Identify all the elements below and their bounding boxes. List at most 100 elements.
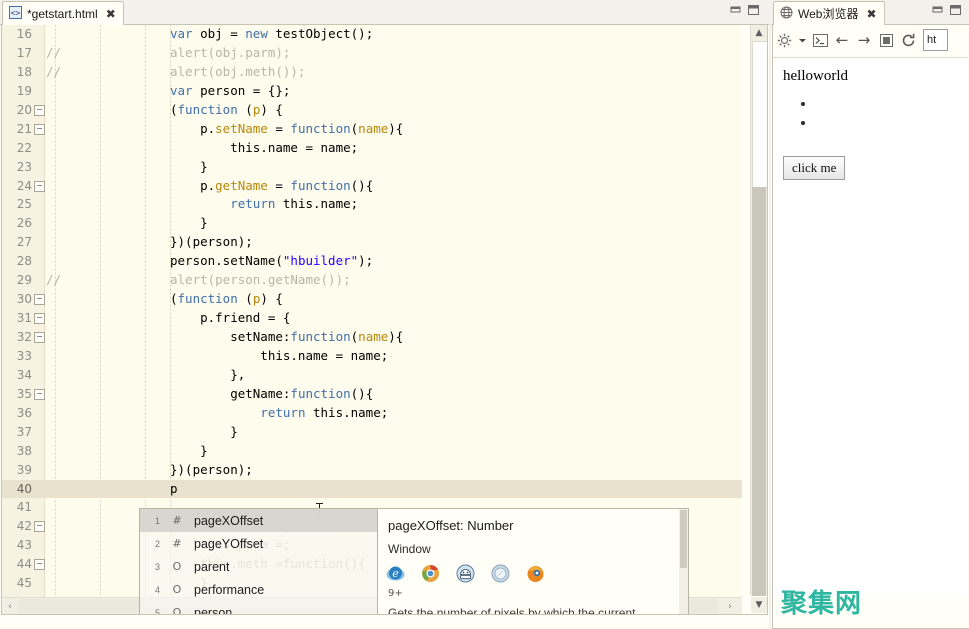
- gear-icon[interactable]: [773, 29, 795, 51]
- code-line[interactable]: 30−(function (p) {: [2, 290, 742, 309]
- code-line[interactable]: 37 }: [2, 423, 742, 442]
- code-text: p.setName = function(name){: [170, 120, 403, 139]
- comment-marker: //: [46, 271, 61, 290]
- address-bar[interactable]: ht: [923, 29, 948, 51]
- code-line[interactable]: 31− p.friend = {: [2, 309, 742, 328]
- autocomplete-popup[interactable]: 1#pageXOffset2#pageYOffset3Oparent4Operf…: [139, 508, 389, 615]
- autocomplete-label: pageYOffset: [188, 537, 263, 551]
- line-number: 43: [2, 536, 32, 555]
- code-line[interactable]: 38 }: [2, 442, 742, 461]
- rendered-page: helloworld click me: [773, 57, 967, 598]
- code-text: }: [170, 214, 208, 233]
- chrome-icon: [421, 564, 440, 583]
- code-line[interactable]: 27})(person);: [2, 233, 742, 252]
- scroll-left-arrow[interactable]: ‹: [2, 598, 18, 614]
- code-line[interactable]: 40p: [2, 480, 742, 499]
- scroll-down-arrow[interactable]: ▼: [751, 597, 767, 613]
- maximize-icon[interactable]: [746, 3, 761, 17]
- maximize-icon[interactable]: [948, 3, 963, 17]
- line-number: 16: [2, 25, 32, 44]
- code-text: }: [170, 442, 208, 461]
- minimize-icon[interactable]: [930, 3, 945, 17]
- line-number: 32: [2, 328, 32, 347]
- code-line[interactable]: 22 this.name = name;: [2, 139, 742, 158]
- fold-toggle-icon[interactable]: −: [34, 294, 45, 305]
- code-text: var person = {};: [170, 82, 290, 101]
- autocomplete-list[interactable]: 1#pageXOffset2#pageYOffset3Oparent4Operf…: [140, 509, 388, 615]
- browser-body: ← → ht he: [772, 25, 969, 629]
- safari-icon: [491, 564, 510, 583]
- vertical-scroll-thumb[interactable]: [752, 41, 768, 188]
- autocomplete-item[interactable]: 4Operformance: [140, 578, 388, 601]
- editor-vertical-scrollbar[interactable]: ▲: [750, 25, 767, 596]
- minimize-icon[interactable]: [728, 3, 743, 17]
- web-browser-panel: Web浏览器 ✖: [771, 0, 969, 629]
- autocomplete-item[interactable]: 5Operson: [140, 601, 388, 615]
- fold-toggle-icon[interactable]: −: [34, 105, 45, 116]
- fold-toggle-icon[interactable]: −: [34, 521, 45, 532]
- code-line[interactable]: 32− setName:function(name){: [2, 328, 742, 347]
- android-browser-icon: [456, 564, 475, 583]
- address-value: ht: [927, 34, 936, 46]
- code-line[interactable]: 25 return this.name;: [2, 195, 742, 214]
- tooltip-scroll-thumb[interactable]: [680, 510, 687, 568]
- code-line[interactable]: 26 }: [2, 214, 742, 233]
- autocomplete-item[interactable]: 1#pageXOffset: [140, 509, 388, 532]
- code-line[interactable]: 21− p.setName = function(name){: [2, 120, 742, 139]
- line-number: 18: [2, 63, 32, 82]
- line-number: 36: [2, 404, 32, 423]
- scroll-right-arrow[interactable]: ›: [722, 598, 738, 614]
- fold-toggle-icon[interactable]: −: [34, 559, 45, 570]
- code-line[interactable]: 17//alert(obj.parm);: [2, 44, 742, 63]
- line-number: 37: [2, 423, 32, 442]
- click-me-button[interactable]: click me: [783, 156, 845, 180]
- back-arrow-icon[interactable]: ←: [831, 29, 853, 51]
- code-line[interactable]: 23 }: [2, 158, 742, 177]
- editor-tabstrip: <> *getstart.html ✖: [0, 0, 769, 25]
- stop-icon[interactable]: [875, 29, 897, 51]
- code-text: }: [170, 423, 238, 442]
- fold-toggle-icon[interactable]: −: [34, 124, 45, 135]
- code-line[interactable]: 34 },: [2, 366, 742, 385]
- forward-arrow-icon[interactable]: →: [853, 29, 875, 51]
- fold-toggle-icon[interactable]: −: [34, 389, 45, 400]
- autocomplete-index: 5: [140, 608, 166, 616]
- code-line[interactable]: 39})(person);: [2, 461, 742, 480]
- code-line[interactable]: 24− p.getName = function(){: [2, 177, 742, 196]
- code-line[interactable]: 33 this.name = name;: [2, 347, 742, 366]
- code-line[interactable]: 18//alert(obj.meth());: [2, 63, 742, 82]
- code-line[interactable]: 29//alert(person.getName());: [2, 271, 742, 290]
- autocomplete-item[interactable]: 2#pageYOffset: [140, 532, 388, 555]
- line-number: 20: [2, 101, 32, 120]
- fold-toggle-icon[interactable]: −: [34, 332, 45, 343]
- scroll-up-arrow[interactable]: ▲: [751, 25, 767, 41]
- tab-web-browser[interactable]: Web浏览器 ✖: [773, 1, 885, 25]
- autocomplete-label: performance: [188, 583, 264, 597]
- tab-getstart-html[interactable]: <> *getstart.html ✖: [2, 1, 124, 25]
- code-text: })(person);: [170, 233, 253, 252]
- code-line[interactable]: 36 return this.name;: [2, 404, 742, 423]
- site-watermark: 聚集网: [781, 583, 862, 620]
- code-line[interactable]: 19var person = {};: [2, 82, 742, 101]
- vertical-scroll-track[interactable]: [752, 187, 766, 596]
- console-icon[interactable]: [809, 29, 831, 51]
- code-text: this.name = name;: [170, 139, 358, 158]
- close-icon[interactable]: ✖: [866, 8, 876, 20]
- code-line[interactable]: 16var obj = new testObject();: [2, 25, 742, 44]
- chevron-down-icon[interactable]: [795, 29, 809, 51]
- tooltip-scrollbar[interactable]: [679, 509, 688, 615]
- line-number: 42: [2, 517, 32, 536]
- browser-compatibility-icons: e: [386, 564, 545, 583]
- refresh-icon[interactable]: [897, 29, 919, 51]
- code-line[interactable]: 28person.setName("hbuilder");: [2, 252, 742, 271]
- line-number: 39: [2, 461, 32, 480]
- html-file-icon: <>: [9, 6, 22, 22]
- fold-toggle-icon[interactable]: −: [34, 181, 45, 192]
- line-number: 33: [2, 347, 32, 366]
- close-icon[interactable]: ✖: [106, 8, 116, 20]
- code-line[interactable]: 20−(function (p) {: [2, 101, 742, 120]
- line-number: 30: [2, 290, 32, 309]
- fold-toggle-icon[interactable]: −: [34, 313, 45, 324]
- autocomplete-item[interactable]: 3Oparent: [140, 555, 388, 578]
- code-line[interactable]: 35− getName:function(){: [2, 385, 742, 404]
